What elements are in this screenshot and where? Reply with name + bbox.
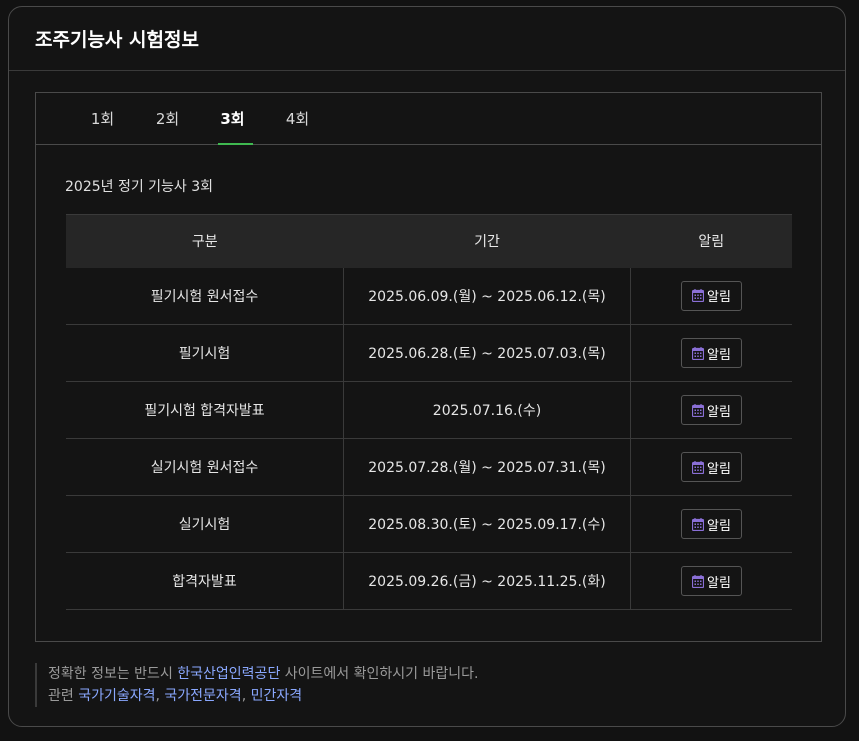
row-category: 실기시험 (66, 495, 344, 553)
footer-text: 관련 (48, 688, 79, 704)
tab-round-4[interactable]: 4회 (265, 93, 330, 144)
row-period: 2025.07.28.(월) ~ 2025.07.31.(목) (343, 438, 631, 496)
section-title: 2025년 정기 기능사 3회 (65, 179, 214, 195)
table-row: 필기시험 합격자발표 2025.07.16.(수) 알림 (66, 381, 792, 439)
hrdk-link[interactable]: 한국산업인력공단 (177, 666, 280, 682)
alarm-label: 알림 (707, 575, 731, 591)
alarm-button[interactable]: 알림 (681, 566, 742, 596)
tab-label: 1회 (90, 110, 115, 128)
footer-notice: 정확한 정보는 반드시 한국산업인력공단 사이트에서 확인하시기 바랍니다. 관… (35, 663, 478, 707)
alarm-label: 알림 (707, 404, 731, 420)
tab-round-3[interactable]: 3회 (200, 93, 265, 145)
alarm-label: 알림 (707, 290, 731, 306)
calendar-icon (691, 460, 705, 474)
footer-text: 정확한 정보는 반드시 (48, 666, 178, 682)
exam-info-card: 조주기능사 시험정보 1회 2회 3회 4회 2025년 정기 기능사 3회 구… (8, 6, 846, 727)
national-professional-qualification-link[interactable]: 국가전문자격 (164, 688, 241, 704)
tab-label: 2회 (155, 110, 180, 128)
row-period: 2025.09.26.(금) ~ 2025.11.25.(화) (343, 552, 631, 610)
row-alarm-cell: 알림 (630, 552, 792, 610)
table-row: 필기시험 2025.06.28.(토) ~ 2025.07.03.(목) 알림 (66, 324, 792, 382)
row-period: 2025.06.28.(토) ~ 2025.07.03.(목) (343, 324, 631, 382)
tab-round-1[interactable]: 1회 (70, 93, 135, 144)
row-category: 필기시험 원서접수 (66, 267, 344, 325)
private-qualification-link[interactable]: 민간자격 (251, 688, 303, 704)
tab-label: 4회 (285, 110, 310, 128)
table-row: 합격자발표 2025.09.26.(금) ~ 2025.11.25.(화) 알림 (66, 552, 792, 610)
row-alarm-cell: 알림 (630, 381, 792, 439)
column-header-alarm: 알림 (630, 214, 792, 268)
row-category: 실기시험 원서접수 (66, 438, 344, 496)
alarm-button[interactable]: 알림 (681, 395, 742, 425)
row-alarm-cell: 알림 (630, 495, 792, 553)
row-period: 2025.07.16.(수) (343, 381, 631, 439)
row-alarm-cell: 알림 (630, 267, 792, 325)
calendar-icon (691, 403, 705, 417)
row-alarm-cell: 알림 (630, 438, 792, 496)
alarm-button[interactable]: 알림 (681, 338, 742, 368)
alarm-button[interactable]: 알림 (681, 452, 742, 482)
row-period: 2025.08.30.(토) ~ 2025.09.17.(수) (343, 495, 631, 553)
row-category: 합격자발표 (66, 552, 344, 610)
exam-schedule-panel: 1회 2회 3회 4회 2025년 정기 기능사 3회 구분 기간 알림 필기시… (35, 92, 822, 642)
alarm-label: 알림 (707, 518, 731, 534)
footer-text: 사이트에서 확인하시기 바랍니다. (280, 666, 479, 682)
row-category: 필기시험 (66, 324, 344, 382)
table-row: 실기시험 원서접수 2025.07.28.(월) ~ 2025.07.31.(목)… (66, 438, 792, 496)
calendar-icon (691, 346, 705, 360)
alarm-label: 알림 (707, 347, 731, 363)
column-header-period: 기간 (343, 214, 631, 268)
table-header-row: 구분 기간 알림 (66, 214, 792, 268)
row-alarm-cell: 알림 (630, 324, 792, 382)
alarm-button[interactable]: 알림 (681, 509, 742, 539)
row-period: 2025.06.09.(월) ~ 2025.06.12.(목) (343, 267, 631, 325)
alarm-button[interactable]: 알림 (681, 280, 742, 311)
calendar-icon (691, 517, 705, 531)
alarm-label: 알림 (707, 461, 731, 477)
calendar-icon (691, 574, 705, 588)
table-row: 필기시험 원서접수 2025.06.09.(월) ~ 2025.06.12.(목)… (66, 267, 792, 325)
table-row: 실기시험 2025.08.30.(토) ~ 2025.09.17.(수) 알림 (66, 495, 792, 553)
national-technical-qualification-link[interactable]: 국가기술자격 (78, 688, 155, 704)
card-header: 조주기능사 시험정보 (9, 7, 845, 71)
column-header-category: 구분 (66, 214, 344, 268)
row-category: 필기시험 합격자발표 (66, 381, 344, 439)
tab-label: 3회 (220, 110, 245, 128)
link-separator: , (241, 688, 251, 704)
tab-round-2[interactable]: 2회 (135, 93, 200, 144)
round-tabs: 1회 2회 3회 4회 (36, 93, 821, 145)
calendar-icon (691, 289, 705, 303)
page-title: 조주기능사 시험정보 (35, 29, 199, 51)
footer-line-2: 관련 국가기술자격, 국가전문자격, 민간자격 (48, 685, 478, 707)
schedule-table: 구분 기간 알림 필기시험 원서접수 2025.06.09.(월) ~ 2025.… (66, 214, 792, 610)
footer-line-1: 정확한 정보는 반드시 한국산업인력공단 사이트에서 확인하시기 바랍니다. (48, 663, 478, 685)
